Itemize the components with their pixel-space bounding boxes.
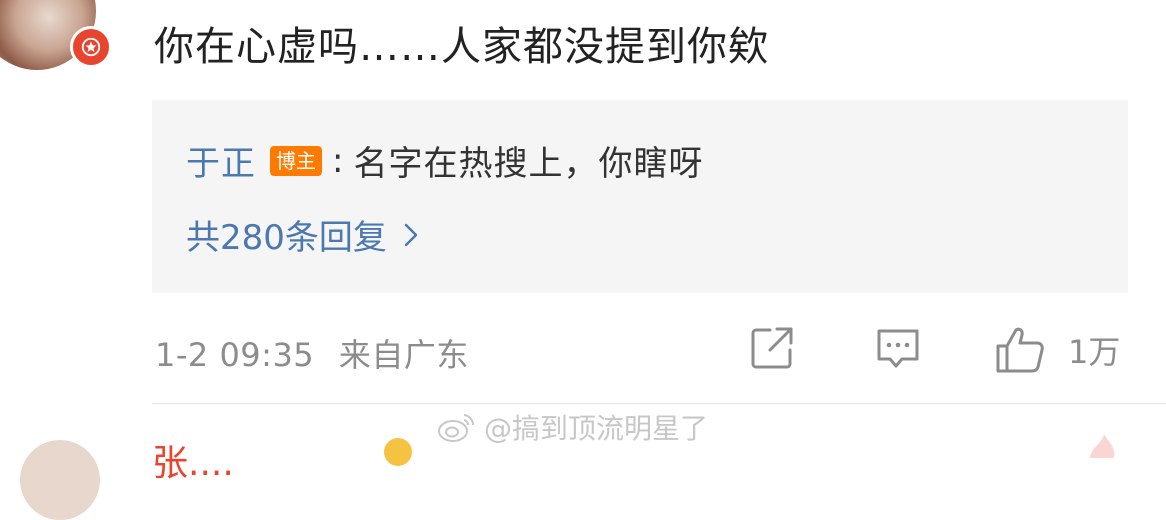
weibo-watermark: @搞到顶流明星了	[436, 407, 708, 447]
chevron-right-icon	[404, 223, 418, 246]
reply-text: 名字在热搜上，你瞎呀	[353, 144, 704, 184]
share-icon	[751, 327, 793, 369]
flame-decoration-icon	[1090, 434, 1115, 458]
comment-location: 来自广东	[338, 336, 469, 374]
next-user-avatar[interactable]	[20, 440, 100, 520]
weibo-logo-icon	[438, 414, 475, 442]
like-count: 1万	[1068, 333, 1121, 371]
thumbs-up-icon	[996, 327, 1044, 373]
comment-button[interactable]	[874, 324, 922, 372]
reply-preview-box[interactable]: 于正 博主 : 名字在热搜上，你瞎呀 共280条回复	[152, 100, 1128, 293]
share-button[interactable]	[748, 324, 796, 372]
reply-colon: :	[332, 140, 344, 181]
comment-time: 1-2 09:35	[155, 336, 315, 374]
reply-author-name[interactable]: 于正	[186, 136, 256, 185]
medal-icon	[384, 438, 412, 466]
reply-line: 于正 博主 : 名字在热搜上，你瞎呀	[186, 136, 703, 185]
comment-bubble-icon	[877, 329, 919, 368]
reply-count-label: 共280条回复	[186, 218, 387, 258]
comment-text: 你在心虚吗……人家都没提到你欸	[154, 24, 769, 70]
verified-star-badge-icon	[70, 26, 112, 68]
watermark-text: @搞到顶流明星了	[484, 412, 709, 445]
blogger-badge: 博主	[270, 145, 322, 176]
comment-divider	[152, 403, 1166, 404]
comment-meta: 1-2 09:35 来自广东	[155, 330, 469, 376]
view-all-replies-link[interactable]: 共280条回复	[186, 210, 419, 259]
next-user-name[interactable]: 张....	[152, 434, 234, 486]
like-button[interactable]: 1万	[994, 324, 1120, 376]
